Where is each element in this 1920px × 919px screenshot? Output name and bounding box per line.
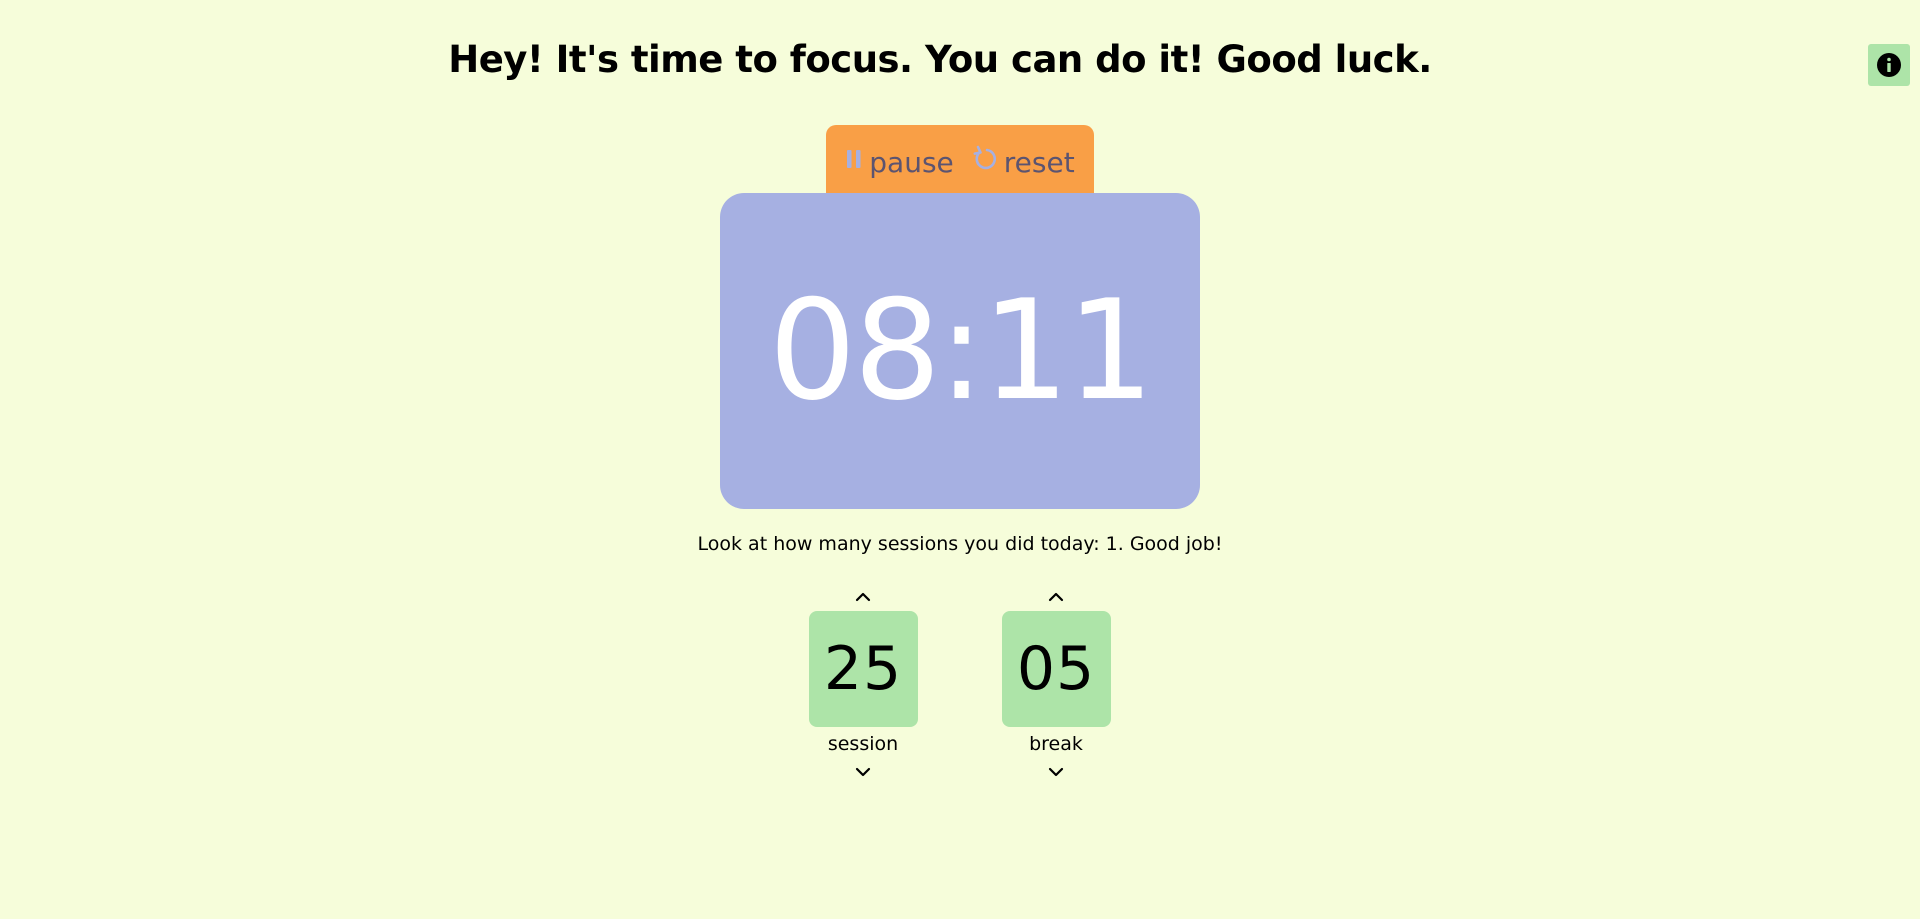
timer-controls: pause reset (826, 125, 1094, 193)
info-button[interactable] (1868, 44, 1910, 86)
info-icon (1876, 52, 1902, 78)
session-decrement-button[interactable] (851, 763, 875, 781)
chevron-down-icon (854, 763, 872, 782)
chevron-up-icon (854, 588, 872, 607)
pause-label: pause (869, 145, 954, 179)
timer-display: 08:11 (768, 270, 1155, 431)
chevron-down-icon (1047, 763, 1065, 782)
break-label: break (1029, 733, 1083, 755)
session-length-value: 25 (808, 611, 918, 727)
session-label: session (827, 733, 899, 755)
reset-label: reset (1003, 145, 1075, 179)
timer-card: 08:11 (720, 193, 1200, 509)
chevron-up-icon (1047, 588, 1065, 607)
pause-icon (845, 148, 863, 170)
break-setter: 05 break (1001, 588, 1111, 781)
reset-icon (972, 145, 998, 173)
break-increment-button[interactable] (1044, 588, 1068, 606)
pomodoro-page: Hey! It's time to focus. You can do it! … (0, 0, 1920, 919)
break-length-value: 05 (1001, 611, 1111, 727)
reset-button[interactable]: reset (972, 146, 1075, 179)
session-increment-button[interactable] (851, 588, 875, 606)
pause-button[interactable]: pause (845, 146, 954, 179)
page-title: Hey! It's time to focus. You can do it! … (448, 38, 1432, 81)
session-setter: 25 session (808, 588, 918, 781)
sessions-message: Look at how many sessions you did today:… (697, 533, 1223, 555)
break-decrement-button[interactable] (1044, 763, 1068, 781)
